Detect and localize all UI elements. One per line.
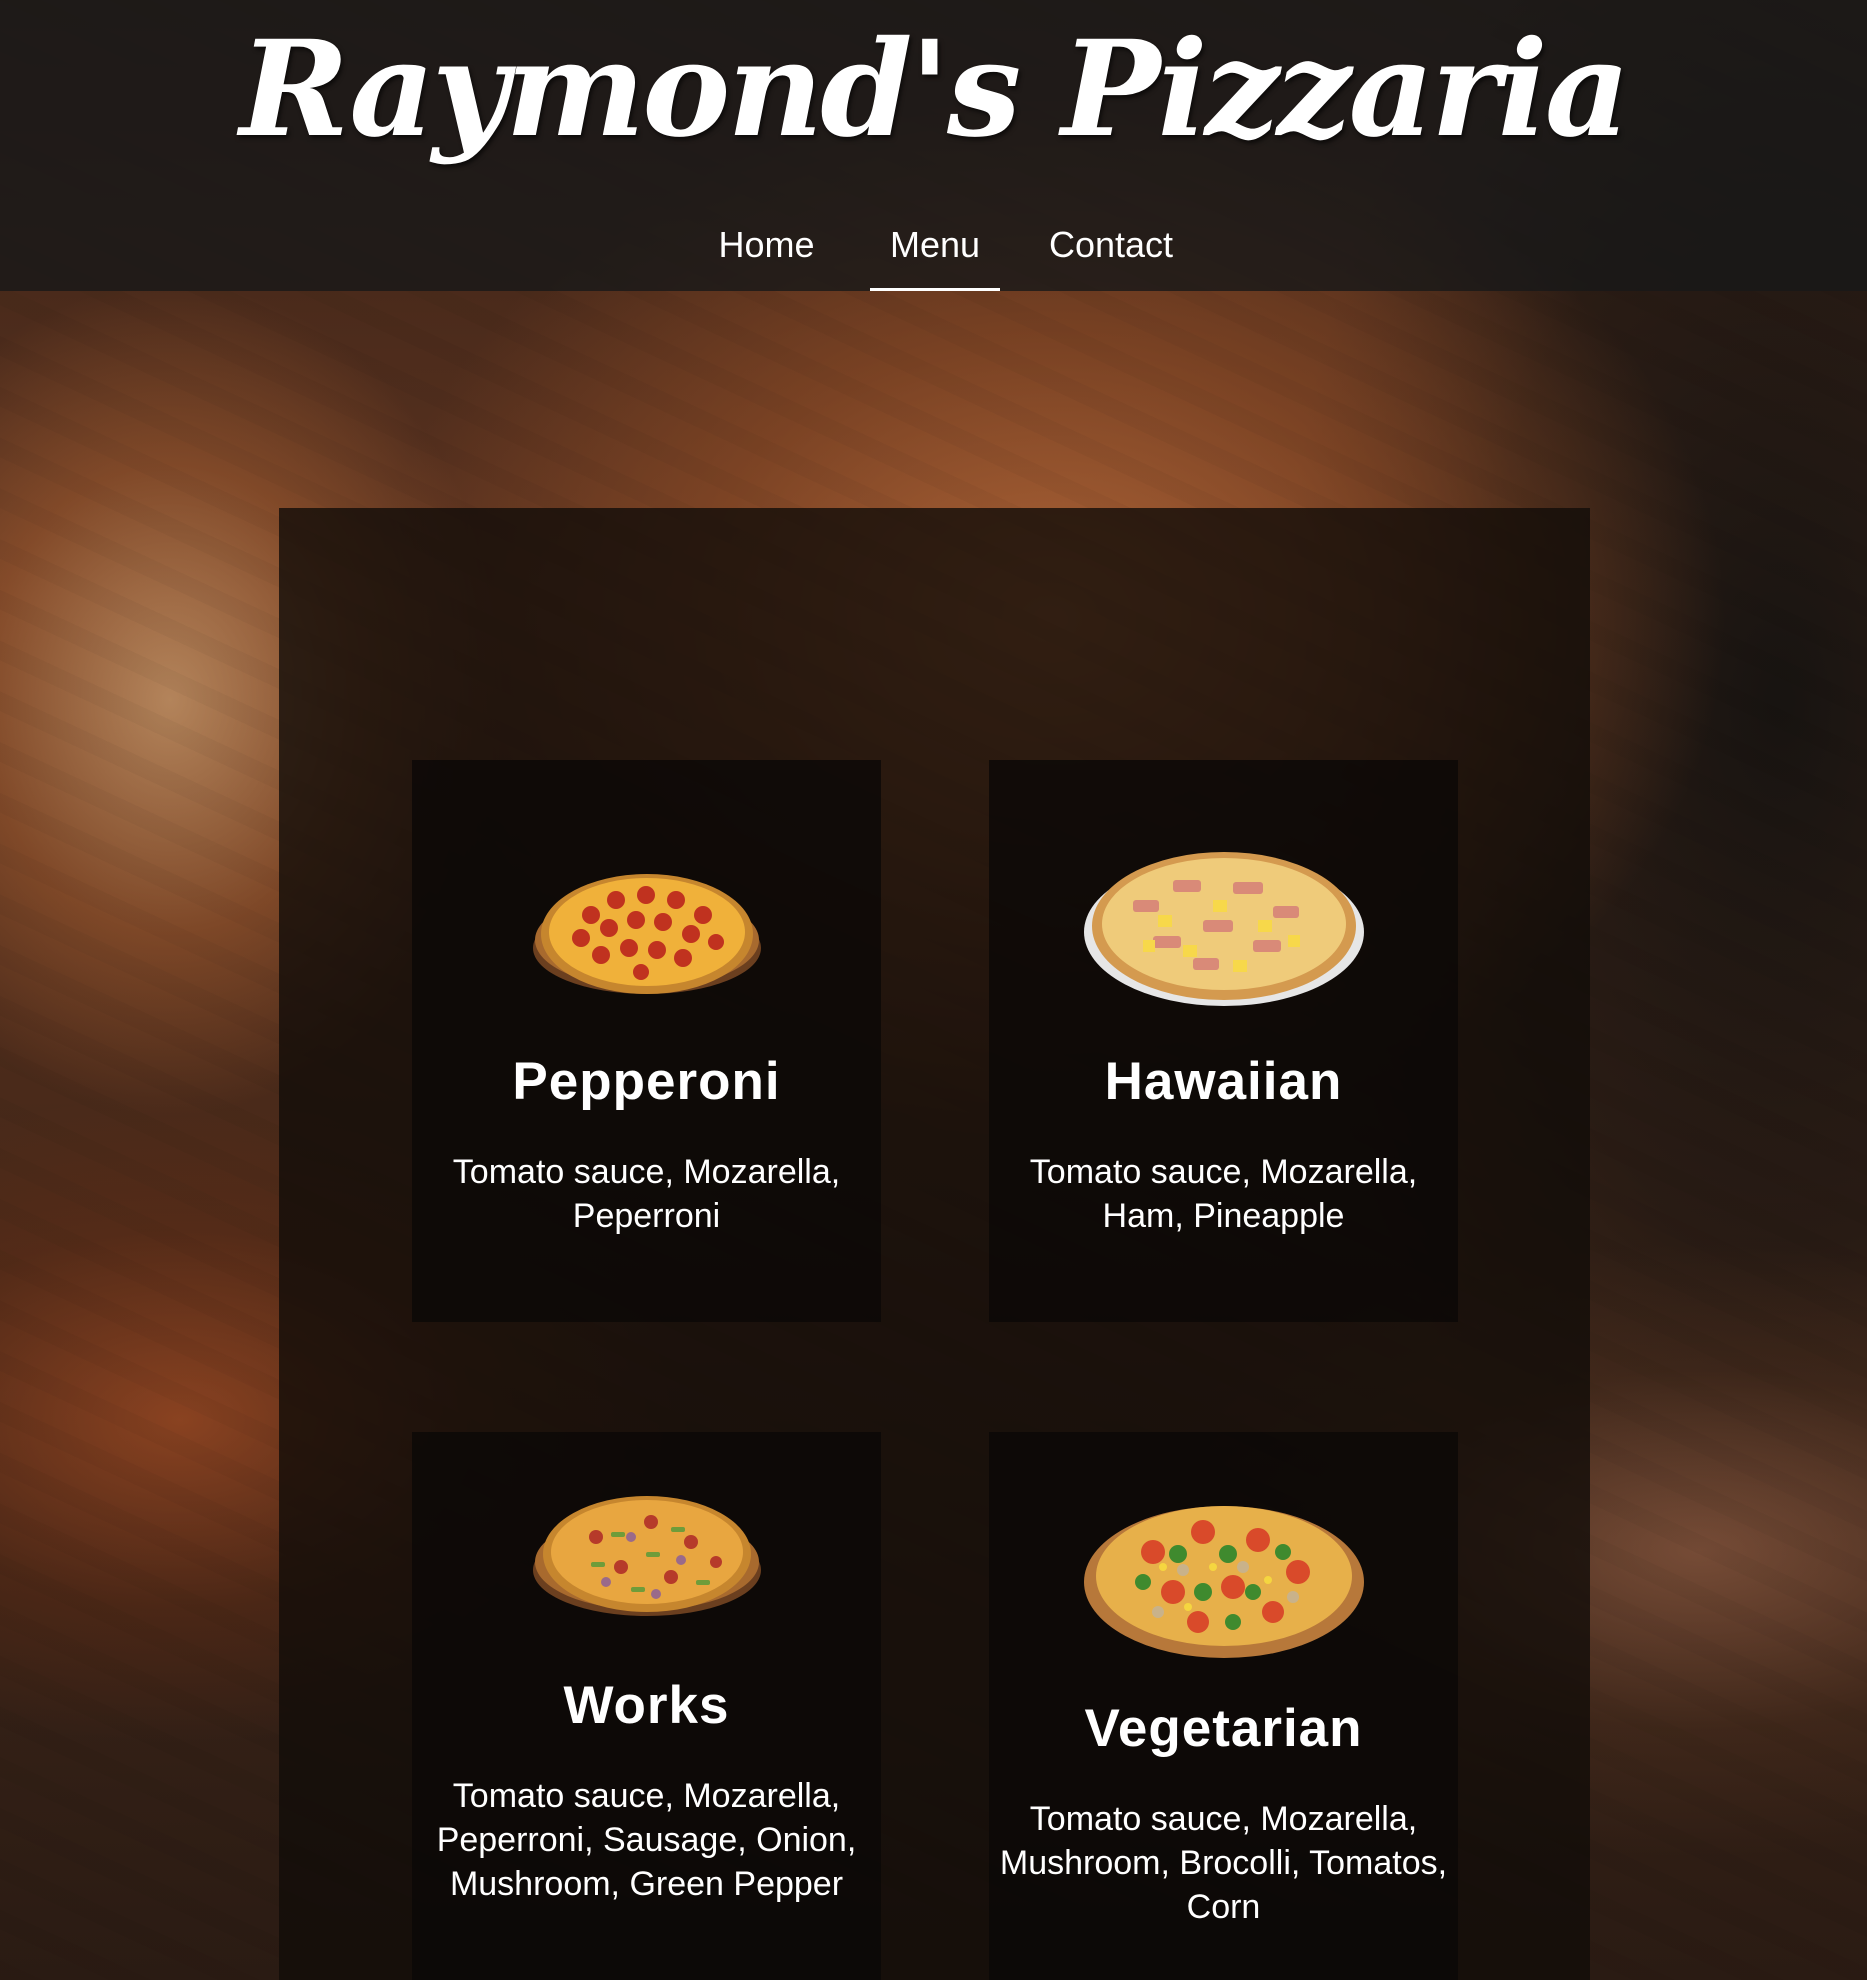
works-pizza-image <box>532 1496 761 1616</box>
pizza-name: Pepperoni <box>512 1052 781 1111</box>
nav-item-menu[interactable]: Menu <box>870 215 1000 291</box>
pizza-ingredients: Tomato sauce, Mozarella, Mushroom, Broco… <box>999 1800 1448 1926</box>
nav-item-home[interactable]: Home <box>700 215 833 291</box>
hawaiian-pizza-image <box>1083 852 1364 1006</box>
site-logo[interactable]: Raymond's Pizzaria <box>0 10 1867 170</box>
pizza-name: Hawaiian <box>1104 1052 1343 1111</box>
vegetarian-pizza-image <box>1083 1506 1364 1658</box>
pizza-name: Works <box>563 1676 730 1735</box>
pizza-ingredients: Tomato sauce, Mozarella, Peperroni, Saus… <box>436 1777 857 1903</box>
pizza-ingredients: Tomato sauce, Mozarella, Peperroni <box>452 1153 841 1235</box>
pizza-card-pepperoni: Pepperoni Tomato sauce, Mozarella, Peper… <box>412 760 881 1322</box>
pizza-card-vegetarian: Vegetarian Tomato sauce, Mozarella, Mush… <box>989 1432 1458 1980</box>
pepperoni-pizza-image <box>532 874 761 994</box>
pizza-ingredients: Tomato sauce, Mozarella, Ham, Pineapple <box>1029 1153 1418 1235</box>
main-nav: Home Menu Contact <box>0 215 1867 291</box>
pizza-name: Vegetarian <box>1084 1699 1363 1758</box>
site-header: Raymond's Pizzaria Home Menu Contact <box>0 0 1867 291</box>
pizza-card-hawaiian: Hawaiian Tomato sauce, Mozarella, Ham, P… <box>989 760 1458 1322</box>
pizza-card-works: Works Tomato sauce, Mozarella, Peperroni… <box>412 1432 881 1980</box>
nav-item-contact[interactable]: Contact <box>1030 215 1192 291</box>
